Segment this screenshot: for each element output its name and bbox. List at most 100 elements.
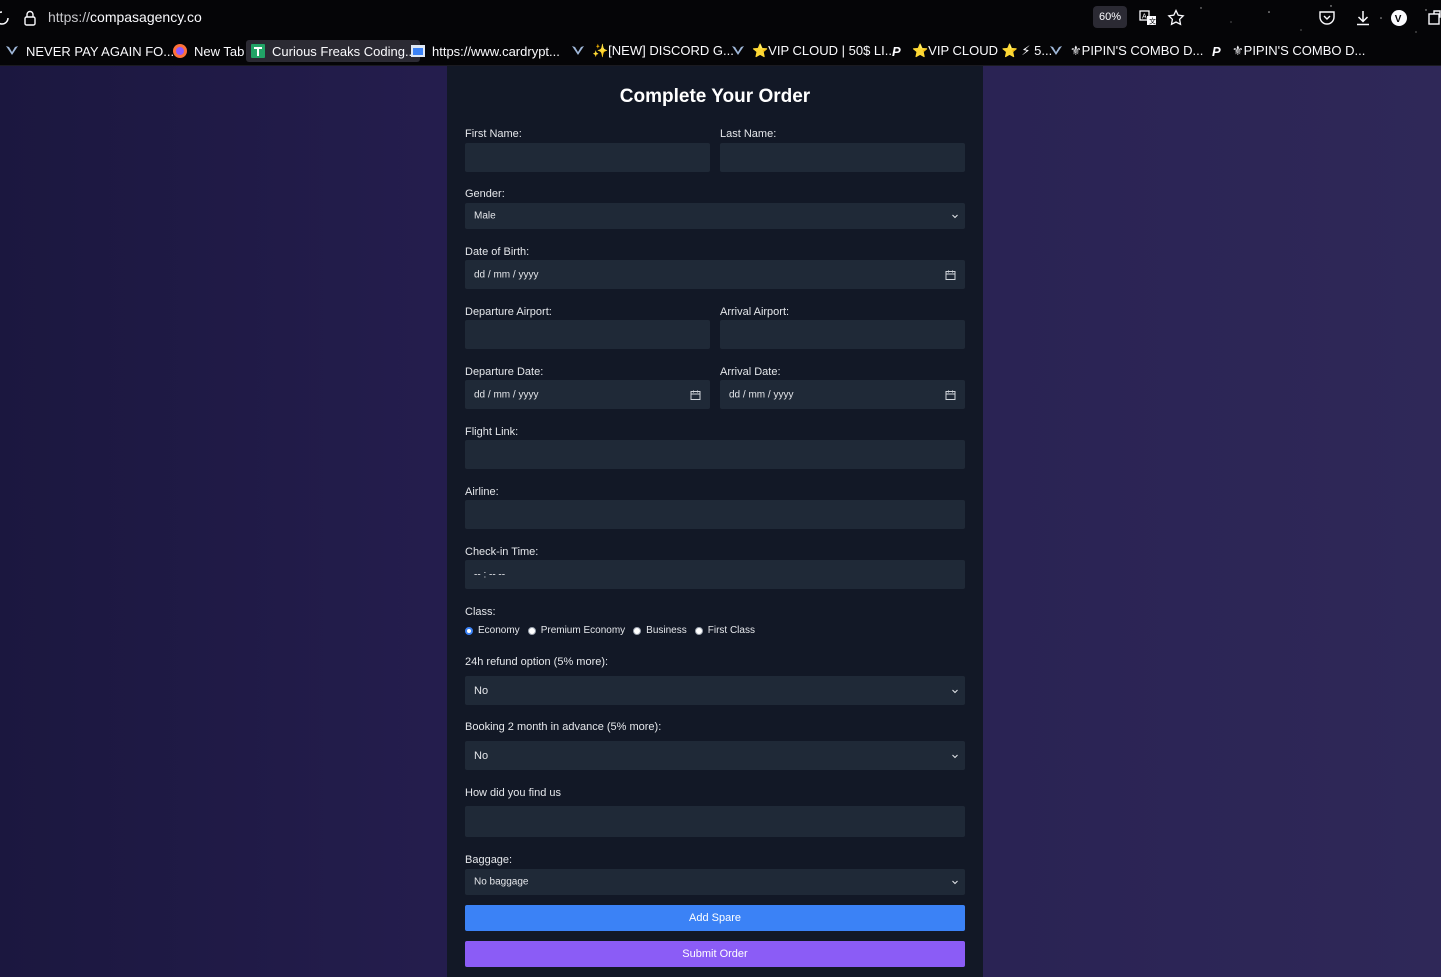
bookmark-item[interactable]: New Tab <box>168 40 248 62</box>
dob-placeholder: dd / mm / yyyy <box>474 269 539 280</box>
baggage-value: No baggage <box>474 876 529 888</box>
advance-booking-select[interactable]: No <box>465 741 965 770</box>
arrival-date-input[interactable]: dd / mm / yyyy <box>720 380 965 409</box>
submit-order-button[interactable]: Submit Order <box>465 941 965 967</box>
page-icon <box>410 43 426 59</box>
add-spare-button[interactable]: Add Spare <box>465 905 965 931</box>
gender-select[interactable]: Male <box>465 203 965 229</box>
calendar-icon[interactable] <box>945 389 956 400</box>
pocket-icon[interactable] <box>1317 8 1337 28</box>
bookmarks-bar: NEVER PAY AGAIN FO... New Tab Curious Fr… <box>0 36 1441 66</box>
dob-label: Date of Birth: <box>465 246 530 258</box>
svg-text:文: 文 <box>1149 17 1156 26</box>
refund-option-value: No <box>474 684 489 697</box>
extensions-icon[interactable] <box>1425 8 1441 28</box>
page-viewport: Complete Your Order First Name: Last Nam… <box>0 66 1441 977</box>
refund-option-select[interactable]: No <box>465 676 965 705</box>
shield-icon <box>4 43 20 59</box>
reload-icon[interactable] <box>0 10 10 26</box>
checkin-time-input[interactable]: -- : -- -- <box>465 560 965 589</box>
departure-date-label: Departure Date: <box>465 366 544 378</box>
class-option-first-class[interactable]: First Class <box>694 625 755 636</box>
class-option-label: Business <box>646 625 687 636</box>
svg-text:P: P <box>892 44 901 59</box>
find-us-label: How did you find us <box>465 787 561 799</box>
bookmark-label: New Tab <box>194 43 245 59</box>
dob-input[interactable]: dd / mm / yyyy <box>465 260 965 289</box>
svg-text:P: P <box>1212 44 1221 59</box>
bookmark-star-icon[interactable] <box>1166 8 1186 28</box>
departure-airport-input[interactable] <box>465 320 710 349</box>
download-icon[interactable] <box>1353 8 1373 28</box>
arrival-airport-label: Arrival Airport: <box>720 306 790 318</box>
bookmark-label: NEVER PAY AGAIN FO... <box>26 43 175 59</box>
refund-option-label: 24h refund option (5% more): <box>465 656 609 668</box>
class-option-business[interactable]: Business <box>633 625 687 636</box>
bookmark-item[interactable]: ⚜PIPIN'S COMBO D... <box>1044 40 1207 62</box>
chevron-down-icon <box>952 880 958 885</box>
lock-icon[interactable] <box>22 9 38 27</box>
bookmark-item[interactable]: ⭐VIP CLOUD | 50$ LI... <box>726 40 900 62</box>
bookmark-label: ⭐VIP CLOUD ⭐ ⚡ 5... <box>912 43 1053 58</box>
radio-icon[interactable] <box>633 626 642 635</box>
first-name-input[interactable] <box>465 143 710 172</box>
shield-icon <box>570 43 586 59</box>
bookmark-label: ⭐VIP CLOUD | 50$ LI... <box>752 43 896 58</box>
bookmark-label: https://www.cardrypt... <box>432 43 560 59</box>
page-title: Complete Your Order <box>619 86 811 107</box>
url-scheme: https:// <box>48 9 91 25</box>
class-option-label: Premium Economy <box>540 625 626 636</box>
bookmark-item[interactable]: Curious Freaks Coding... <box>246 40 420 62</box>
p-icon: P <box>1210 43 1226 59</box>
bookmark-label: Curious Freaks Coding... <box>272 43 416 59</box>
bookmark-item[interactable]: P ⭐VIP CLOUD ⭐ ⚡ 5... <box>886 40 1056 62</box>
departure-airport-label: Departure Airport: <box>465 306 552 318</box>
bookmark-item[interactable]: NEVER PAY AGAIN FO... <box>0 40 178 62</box>
sheets-icon <box>250 43 266 59</box>
browser-toolbar: https://compasagency.co 60% A文 V <box>0 0 1441 59</box>
checkin-time-label: Check-in Time: <box>465 546 539 558</box>
class-option-premium-economy[interactable]: Premium Economy <box>527 625 626 636</box>
chevron-down-icon <box>952 689 958 693</box>
bookmark-label: ⚜PIPIN'S COMBO D... <box>1070 43 1204 58</box>
url-bar[interactable]: https://compasagency.co <box>48 9 202 25</box>
zoom-level-button[interactable]: 60% <box>1093 6 1127 28</box>
class-option-label: First Class <box>707 625 755 636</box>
radio-icon[interactable] <box>694 626 703 635</box>
first-name-label: First Name: <box>465 128 522 140</box>
radio-icon[interactable] <box>527 626 536 635</box>
svg-text:A: A <box>1142 14 1147 21</box>
baggage-select[interactable]: No baggage <box>465 869 965 895</box>
advance-booking-value: No <box>474 749 489 762</box>
shield-icon <box>1048 43 1064 59</box>
bookmark-item[interactable]: ✨[NEW] DISCORD G... <box>566 40 738 62</box>
departure-date-input[interactable]: dd / mm / yyyy <box>465 380 710 409</box>
checkin-time-placeholder: -- : -- -- <box>474 569 506 580</box>
last-name-input[interactable] <box>720 143 965 172</box>
arrival-date-placeholder: dd / mm / yyyy <box>729 389 794 400</box>
airline-input[interactable] <box>465 500 965 529</box>
order-form-card: Complete Your Order First Name: Last Nam… <box>447 66 983 977</box>
class-radio-group: Economy Premium Economy Business First C… <box>465 625 763 636</box>
airline-label: Airline: <box>465 486 499 498</box>
class-option-label: Economy <box>478 625 520 636</box>
bookmark-label: ⚜PIPIN'S COMBO D... <box>1232 43 1366 58</box>
class-option-economy[interactable]: Economy <box>465 625 520 636</box>
calendar-icon[interactable] <box>690 389 701 400</box>
advance-booking-label: Booking 2 month in advance (5% more): <box>465 721 662 733</box>
url-host: compasagency.co <box>90 9 202 25</box>
arrival-airport-input[interactable] <box>720 320 965 349</box>
account-avatar-icon[interactable]: V <box>1389 8 1409 28</box>
bookmark-item[interactable]: P ⚜PIPIN'S COMBO D... <box>1206 40 1369 62</box>
departure-date-placeholder: dd / mm / yyyy <box>474 389 539 400</box>
calendar-icon[interactable] <box>945 269 956 280</box>
chevron-down-icon <box>952 214 958 219</box>
flight-link-input[interactable] <box>465 440 965 469</box>
last-name-label: Last Name: <box>720 128 777 140</box>
arrival-date-label: Arrival Date: <box>720 366 781 378</box>
find-us-input[interactable] <box>465 806 965 837</box>
translate-icon[interactable]: A文 <box>1138 8 1158 28</box>
gender-value: Male <box>474 210 496 222</box>
bookmark-item[interactable]: https://www.cardrypt... <box>406 40 564 62</box>
radio-checked-icon[interactable] <box>465 626 473 635</box>
